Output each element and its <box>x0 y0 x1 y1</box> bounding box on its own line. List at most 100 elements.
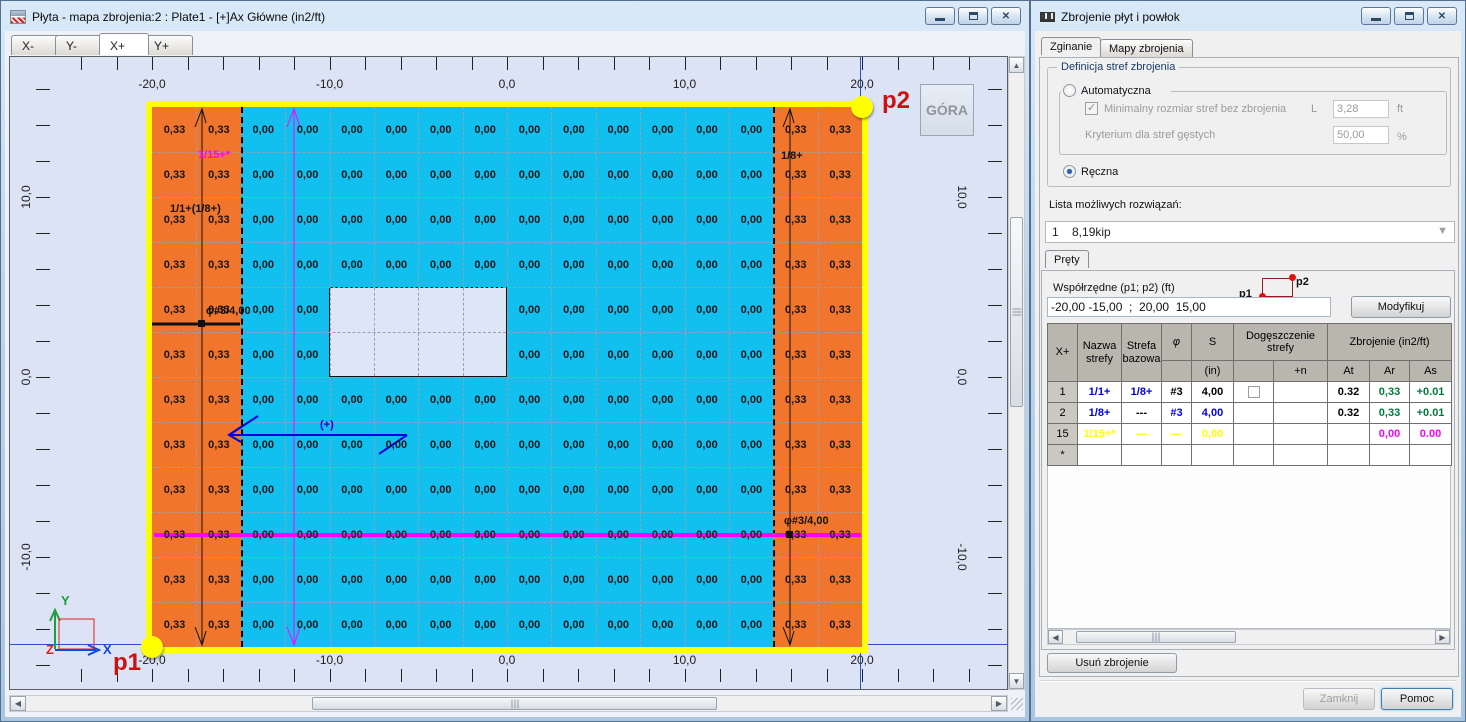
footer-separator <box>1041 680 1457 682</box>
point-p1-handle[interactable] <box>141 636 163 658</box>
cell-at[interactable]: 0.32 <box>1327 402 1371 424</box>
tab-prety[interactable]: Pręty <box>1045 250 1089 268</box>
tab-mapy-zbrojenia[interactable]: Mapy zbrojenia <box>1100 39 1193 57</box>
y-axis-tick <box>988 449 1002 450</box>
cell-densify[interactable] <box>1233 423 1274 445</box>
tab-y-minusplus[interactable]: Y+ <box>143 35 193 55</box>
scroll-right-button[interactable]: ▶ <box>991 696 1007 711</box>
l-value-field[interactable] <box>1333 100 1389 118</box>
cell-s[interactable]: 4,00 <box>1191 402 1234 424</box>
y-axis-tick <box>988 629 1002 630</box>
y-axis-tick <box>988 305 1002 306</box>
row-number-header[interactable]: 15 <box>1047 423 1078 445</box>
cell-s[interactable]: 4,00 <box>1191 381 1234 403</box>
cell-as[interactable] <box>1409 444 1453 466</box>
row-number-header[interactable]: 1 <box>1047 381 1078 403</box>
cell-densify[interactable] <box>1233 402 1274 424</box>
help-button[interactable]: Pomoc <box>1381 688 1453 710</box>
tab-y-minus[interactable]: Y- <box>55 35 105 55</box>
cell-densify[interactable] <box>1233 381 1274 403</box>
horizontal-scroll-thumb[interactable] <box>312 697 717 710</box>
scroll-down-button[interactable]: ▼ <box>1009 673 1024 689</box>
cell-name[interactable]: 1/15+* <box>1077 423 1122 445</box>
cell-phi[interactable] <box>1161 444 1192 466</box>
densify-checkbox[interactable] <box>1247 386 1260 399</box>
minimize-button[interactable] <box>925 7 955 25</box>
cell-base[interactable]: --- <box>1121 402 1162 424</box>
x-axis-tick <box>720 669 721 682</box>
cell-n[interactable] <box>1272 402 1329 424</box>
resize-grip[interactable] <box>1011 698 1023 710</box>
x-axis-tick <box>152 669 153 682</box>
y-axis-tick <box>988 197 1002 198</box>
tab-x-minusplus[interactable]: X+ <box>99 33 149 55</box>
criterion-value-field[interactable] <box>1333 126 1389 144</box>
row-number-header[interactable]: 2 <box>1047 402 1078 424</box>
cell-n[interactable] <box>1272 381 1329 403</box>
cell-s[interactable]: 0,00 <box>1191 423 1234 445</box>
cell-ar[interactable]: 0,33 <box>1369 381 1411 403</box>
cell-base[interactable]: --- <box>1121 423 1162 445</box>
cell-n[interactable] <box>1272 423 1329 445</box>
manual-radio[interactable] <box>1063 165 1076 178</box>
scroll-left-button[interactable]: ◀ <box>10 696 26 711</box>
row-number-header[interactable]: * <box>1047 444 1078 466</box>
cell-densify[interactable] <box>1233 444 1274 466</box>
restore-button[interactable] <box>958 7 988 25</box>
top-side-button[interactable]: GÓRA <box>920 84 974 136</box>
cell-s[interactable] <box>1191 444 1234 466</box>
y-axis-tick <box>988 89 1002 90</box>
cell-at[interactable]: 0.32 <box>1327 381 1371 403</box>
close-dialog-button[interactable]: Zamknij <box>1303 688 1375 710</box>
cell-name[interactable]: 1/8+ <box>1077 402 1122 424</box>
close-button[interactable]: ✕ <box>991 7 1021 25</box>
tab-x-minus[interactable]: X- <box>11 35 61 55</box>
modify-button[interactable]: Modyfikuj <box>1351 296 1451 318</box>
remove-reinforcement-button[interactable]: Usuń zbrojenie <box>1047 653 1177 673</box>
horizontal-scrollbar[interactable]: ◀ ▶ <box>9 695 1008 712</box>
scroll-left-button[interactable]: ◀ <box>1048 630 1063 644</box>
coords-input[interactable] <box>1047 297 1331 317</box>
x-axis-tick <box>507 669 508 682</box>
cell-phi[interactable]: #3 <box>1161 381 1192 403</box>
cell-name[interactable]: 1/1+ <box>1077 381 1122 403</box>
y-axis-tick <box>36 233 50 234</box>
dialog-restore-button[interactable] <box>1394 7 1424 25</box>
min-zone-checkbox[interactable] <box>1085 101 1098 115</box>
cell-phi[interactable]: --- <box>1161 423 1192 445</box>
point-p2-handle[interactable] <box>851 96 873 118</box>
cell-ar[interactable]: 0,00 <box>1369 423 1411 445</box>
cell-n[interactable] <box>1272 444 1329 466</box>
scroll-up-button[interactable]: ▲ <box>1009 57 1024 73</box>
map-window-titlebar[interactable]: Płyta - mapa zbrojenia:2 : Plate1 - [+]A… <box>4 4 1026 30</box>
cell-phi[interactable]: #3 <box>1161 402 1192 424</box>
cell-ar[interactable] <box>1369 444 1411 466</box>
cell-as[interactable]: +0.01 <box>1409 402 1453 424</box>
thumb-grip <box>511 699 518 708</box>
cell-base[interactable] <box>1121 444 1162 466</box>
x-axis-tick <box>329 57 331 70</box>
cell-as[interactable]: +0.01 <box>1409 381 1453 403</box>
zone-definition-group-title: Definicja stref zbrojenia <box>1057 61 1180 73</box>
table-scroll-thumb[interactable] <box>1076 631 1236 643</box>
vertical-scrollbar[interactable]: ▲ ▼ <box>1008 56 1025 690</box>
y-axis-tick <box>36 197 50 198</box>
triad-x-label: X <box>103 642 112 657</box>
cell-as[interactable]: 0.00 <box>1409 423 1453 445</box>
tab-zginanie[interactable]: Zginanie <box>1041 37 1102 55</box>
col-densify-header: Dogęszczenie strefy <box>1232 322 1329 362</box>
table-horizontal-scrollbar[interactable]: ◀ ▶ <box>1047 629 1451 645</box>
vertical-scroll-thumb[interactable] <box>1010 217 1023 407</box>
scroll-right-button[interactable]: ▶ <box>1435 630 1450 644</box>
automatic-radio[interactable] <box>1063 84 1076 97</box>
cell-ar[interactable]: 0,33 <box>1369 402 1411 424</box>
cell-name[interactable] <box>1077 444 1122 466</box>
cell-base[interactable]: 1/8+ <box>1121 381 1162 403</box>
dialog-minimize-button[interactable] <box>1361 7 1391 25</box>
cell-at[interactable]: 0.00 <box>1327 423 1371 445</box>
solutions-dropdown[interactable]: 1 8,19kip ▼ <box>1045 221 1455 243</box>
cell-at[interactable] <box>1327 444 1371 466</box>
reinforcement-map-canvas[interactable]: 0,33 0,33 0,00 0,00 0,00 0,00 0,00 0,00 0,00 0,00… <box>9 56 1008 690</box>
dialog-close-button[interactable]: ✕ <box>1427 7 1457 25</box>
map-window-title: Płyta - mapa zbrojenia:2 : Plate1 - [+]A… <box>32 10 326 24</box>
